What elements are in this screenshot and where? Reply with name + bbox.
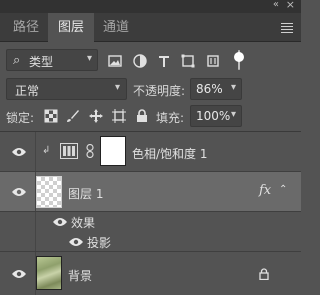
visibility-separator bbox=[35, 232, 36, 251]
layer-thumbnail[interactable] bbox=[36, 176, 62, 208]
chevron-down-icon: ▾ bbox=[114, 82, 120, 93]
opacity-value: 86% bbox=[196, 82, 223, 96]
tab-channels[interactable]: 通道 bbox=[94, 13, 138, 42]
visibility-eye-icon[interactable] bbox=[52, 216, 68, 228]
visibility-eye-icon[interactable] bbox=[68, 236, 84, 248]
blend-row: 正常 ▾ 不透明度: 86% ▾ bbox=[0, 77, 301, 101]
effect-drop-shadow-row[interactable]: 投影 bbox=[0, 232, 301, 252]
mask-link-icon[interactable] bbox=[86, 144, 94, 158]
lock-artboard-icon[interactable] bbox=[112, 109, 126, 123]
lock-paint-icon[interactable] bbox=[66, 109, 80, 123]
layer-mask-thumbnail[interactable] bbox=[100, 136, 126, 166]
blend-mode-label: 正常 bbox=[15, 84, 40, 98]
lock-icon bbox=[259, 268, 269, 280]
layer-name[interactable]: 色相/饱和度 1 bbox=[132, 145, 208, 162]
adjustment-filter-icon[interactable] bbox=[133, 54, 147, 68]
effect-name: 投影 bbox=[87, 236, 112, 250]
fill-value: 100% bbox=[196, 109, 231, 123]
effects-row[interactable]: 效果 bbox=[0, 212, 301, 232]
search-icon: ⌕ bbox=[13, 53, 21, 68]
filter-kind-label: 类型 bbox=[29, 55, 54, 69]
image-filter-icon[interactable] bbox=[108, 54, 122, 68]
layers-list: ↲ 色相/饱和度 1 图层 1 fx ⌃ 效果 投影 背景 bbox=[0, 131, 301, 295]
clipping-arrow-icon: ↲ bbox=[42, 145, 51, 156]
collapse-panel-icon[interactable]: « bbox=[273, 0, 279, 10]
fill-label: 填充: bbox=[156, 111, 185, 125]
visibility-eye-icon[interactable] bbox=[11, 146, 27, 158]
tab-paths[interactable]: 路径 bbox=[4, 13, 48, 42]
layer-row-hue-saturation[interactable]: ↲ 色相/饱和度 1 bbox=[0, 132, 301, 172]
filter-toggle-icon[interactable] bbox=[232, 50, 246, 70]
lock-move-icon[interactable] bbox=[89, 109, 103, 123]
panel-menu-icon[interactable] bbox=[281, 23, 293, 35]
fx-icon[interactable]: fx bbox=[259, 183, 271, 198]
lock-row: 锁定: 填充: 100% ▾ bbox=[0, 104, 301, 128]
effects-label: 效果 bbox=[71, 216, 96, 230]
chevron-down-icon[interactable]: ▾ bbox=[231, 82, 236, 93]
chevron-down-icon[interactable]: ▾ bbox=[231, 109, 236, 120]
tab-layers[interactable]: 图层 bbox=[48, 13, 94, 43]
fill-field[interactable]: 100% ▾ bbox=[190, 105, 242, 127]
filter-kind-select[interactable]: ⌕ 类型 ▾ bbox=[6, 49, 98, 71]
layer-row-background[interactable]: 背景 bbox=[0, 252, 301, 295]
visibility-separator bbox=[35, 212, 36, 232]
panel-tab-bar: 路径 图层 通道 bbox=[0, 13, 301, 43]
layer-name[interactable]: 背景 bbox=[68, 267, 92, 284]
layer-row-layer-1[interactable]: 图层 1 fx ⌃ bbox=[0, 172, 301, 212]
opacity-label: 不透明度: bbox=[133, 84, 186, 98]
text-filter-icon[interactable] bbox=[157, 54, 171, 68]
layer-thumbnail[interactable] bbox=[36, 256, 62, 290]
lock-all-icon[interactable] bbox=[135, 109, 149, 123]
close-panel-icon[interactable]: × bbox=[286, 0, 295, 11]
visibility-eye-icon[interactable] bbox=[11, 268, 27, 280]
panel-header-strip: « × bbox=[0, 0, 301, 13]
adjustment-layer-icon bbox=[60, 143, 78, 159]
visibility-eye-icon[interactable] bbox=[11, 186, 27, 198]
lock-label: 锁定: bbox=[6, 111, 35, 125]
blend-mode-select[interactable]: 正常 ▾ bbox=[6, 78, 127, 100]
visibility-separator bbox=[35, 132, 36, 171]
layers-panel: « × 路径 图层 通道 ⌕ 类型 ▾ 正常 ▾ 不透明度: 86% ▾ 锁定:… bbox=[0, 0, 301, 295]
chevron-down-icon: ▾ bbox=[86, 53, 92, 64]
opacity-field[interactable]: 86% ▾ bbox=[190, 78, 242, 100]
layer-filter-row: ⌕ 类型 ▾ bbox=[0, 45, 301, 75]
shape-filter-icon[interactable] bbox=[181, 54, 195, 68]
smart-object-filter-icon[interactable] bbox=[206, 54, 220, 68]
layer-name[interactable]: 图层 1 bbox=[68, 185, 103, 202]
lock-transparent-icon[interactable] bbox=[44, 109, 58, 123]
chevron-up-icon[interactable]: ⌃ bbox=[279, 184, 287, 195]
